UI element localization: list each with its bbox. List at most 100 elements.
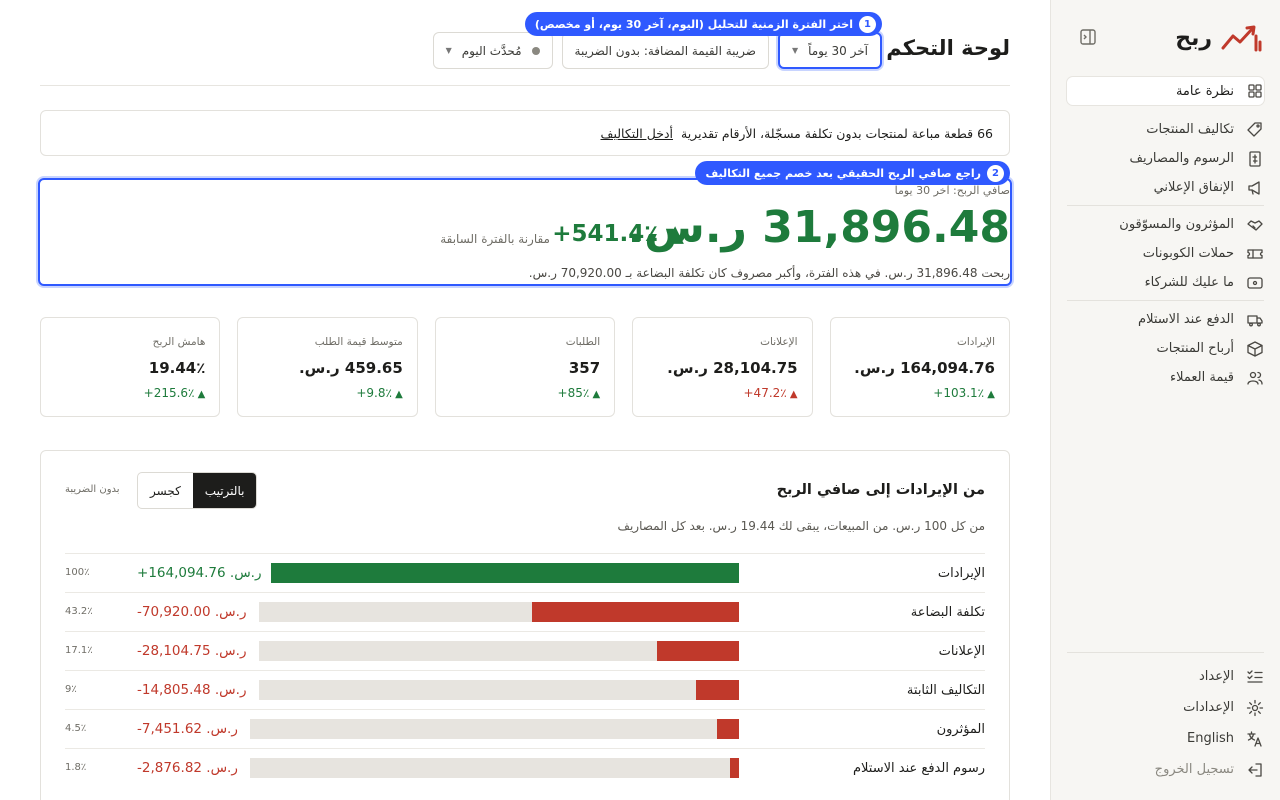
view-bridge-button[interactable]: كجسر <box>138 473 193 508</box>
flow-bar-fill <box>696 680 739 700</box>
flow-row: التكاليف الثابتة ر.س. 14,805.48- 9٪ <box>65 670 985 709</box>
flow-row-amount: ر.س. 70,920.00- <box>137 604 247 620</box>
logo-icon <box>1221 25 1262 52</box>
sidebar-item[interactable]: الرسوم والمصاريف <box>1067 144 1264 173</box>
flow-row: المؤثرون ر.س. 7,451.62- 4.5٪ <box>65 709 985 748</box>
kpi-change-value: +103.1٪ <box>933 386 985 400</box>
sidebar-item[interactable]: تسجيل الخروج <box>1067 754 1264 785</box>
megaphone-icon <box>1248 180 1260 195</box>
flow-bar-track <box>259 641 739 661</box>
ticket-icon <box>1247 248 1263 259</box>
sidebar-item[interactable]: English <box>1067 723 1264 754</box>
sidebar-item[interactable]: أرباح المنتجات <box>1067 334 1264 363</box>
kpi-label: متوسط قيمة الطلب <box>314 336 403 348</box>
kpi-card: الطلبات 357 ▲ +85٪ <box>434 317 616 417</box>
kpi-change-value: +47.2٪ <box>743 386 787 400</box>
flow-bar-track <box>259 602 739 622</box>
sidebar-item[interactable]: تكاليف المنتجات <box>1067 115 1264 144</box>
header-divider <box>40 85 1010 86</box>
language-icon <box>1247 730 1262 747</box>
flow-title: من الإيرادات إلى صافي الربح <box>776 482 985 498</box>
net-profit-value: 31,896.48 ر.س. <box>627 202 1010 253</box>
kpi-value: 459.65 ر.س. <box>298 359 403 377</box>
page-title: لوحة التحكم <box>886 36 1010 60</box>
flow-row-percent: 1.8٪ <box>65 762 87 773</box>
sidebar-item-label: حملات الكوبونات <box>1142 246 1234 261</box>
sidebar-item[interactable]: ما عليك للشركاء <box>1067 268 1264 297</box>
handshake-icon <box>1247 219 1263 231</box>
kpi-label: الإعلانات <box>760 336 798 348</box>
nav-divider <box>1067 300 1264 301</box>
kpi-card: هامش الربح 19.44٪ ▲ +215.6٪ <box>39 317 221 417</box>
kpi-value: 28,104.75 ر.س. <box>667 359 798 377</box>
net-profit-card: صافي الربح: آخر 30 يوماً 31,896.48 ر.س. … <box>38 178 1012 286</box>
sidebar-item[interactable]: قيمة العملاء <box>1067 363 1264 392</box>
period-select[interactable]: آخر 30 يوماً ▼ <box>777 32 882 69</box>
refresh-status-label: مُحدَّث اليوم <box>461 43 522 58</box>
flow-bar-track <box>250 719 739 739</box>
flow-row-label: رسوم الدفع عند الاستلام <box>852 761 985 776</box>
revenue-to-profit-card: من الإيرادات إلى صافي الربح من كل 100 ر.… <box>40 450 1010 800</box>
logout-icon <box>1248 762 1262 777</box>
enter-costs-link[interactable]: أدخل التكاليف <box>601 126 674 141</box>
missing-costs-notice: 66 قطعة مباعة لمنتجات بدون تكلفة مسجّلة،… <box>40 110 1010 156</box>
grid-icon <box>1248 84 1262 98</box>
brand[interactable]: ربح <box>1175 22 1262 54</box>
flow-row-amount: ر.س. 28,104.75- <box>137 643 247 659</box>
collapse-sidebar-icon[interactable] <box>1079 28 1097 46</box>
kpi-value: 19.44٪ <box>148 359 206 377</box>
status-dot-icon <box>531 46 540 55</box>
flow-rows: الإيرادات ر.س. 164,094.76+ 100٪ تكلفة البضا… <box>65 553 985 787</box>
sidebar-item[interactable]: حملات الكوبونات <box>1067 239 1264 268</box>
truck-icon <box>1247 314 1263 326</box>
flow-bar-track <box>271 563 739 583</box>
brand-name: ربح <box>1175 25 1212 51</box>
tooltip-step-number: 2 <box>987 164 1004 182</box>
kpi-cards: الإيرادات 164,094.76 ر.س. ▲ +103.1٪ الإعلان… <box>39 317 1010 417</box>
kpi-label: الإيرادات <box>956 336 995 348</box>
checklist-icon <box>1247 669 1263 683</box>
sidebar-item-label: تسجيل الخروج <box>1154 762 1234 777</box>
sidebar-item[interactable]: الإعداد <box>1067 661 1264 692</box>
net-profit-compare: مقارنة بالفترة السابقة <box>440 232 550 246</box>
sidebar-item[interactable]: الإعدادات <box>1067 692 1264 723</box>
kpi-change: ▲ +47.2٪ <box>647 386 798 400</box>
flow-row-amount: ر.س. 164,094.76+ <box>137 565 262 581</box>
chevron-down-icon: ▼ <box>445 46 452 55</box>
gear-icon <box>1246 699 1264 716</box>
net-profit-note: ربحت 31,896.48 ر.س. في هذه الفترة، وأكبر… <box>528 266 1010 280</box>
flow-row-label: التكاليف الثابتة <box>906 683 985 698</box>
kpi-label: الطلبات <box>565 336 601 348</box>
flow-row-label: الإيرادات <box>937 566 985 581</box>
flow-row-percent: 43.2٪ <box>65 606 93 617</box>
flow-bar-fill <box>730 758 739 778</box>
kpi-value: 357 <box>568 359 601 377</box>
sidebar-footer: الإعداد الإعدادات English تسجيل الخروج <box>1067 652 1264 785</box>
flow-bar-fill <box>717 719 739 739</box>
wallet-icon <box>1247 276 1263 289</box>
chevron-down-icon: ▼ <box>791 46 799 55</box>
sidebar-item[interactable]: الإنفاق الإعلاني <box>1067 173 1264 202</box>
sidebar-item-label: أرباح المنتجات <box>1156 341 1234 356</box>
period-select-label: آخر 30 يوماً <box>808 43 868 58</box>
kpi-change: ▲ +85٪ <box>450 386 601 400</box>
sidebar-nav: نظرة عامة تكاليف المنتجات الرسوم والمصاريف… <box>1067 77 1264 392</box>
tooltip-step-1: 1 اختر الفترة الزمنية للتحليل (اليوم، آخ… <box>524 12 882 36</box>
sidebar-item[interactable]: نظرة عامة <box>1067 77 1264 105</box>
sidebar: ربح نظرة عامة تكاليف المنتجات الرسوم والمص… <box>1050 0 1280 800</box>
kpi-change-value: +9.8٪ <box>356 386 392 400</box>
flow-row-label: المؤثرون <box>936 722 985 737</box>
sidebar-item-label: الرسوم والمصاريف <box>1129 151 1235 166</box>
flow-row-amount: ر.س. 14,805.48- <box>137 682 247 698</box>
box-icon <box>1247 340 1263 357</box>
trend-warning-icon: ▲ <box>786 389 798 400</box>
sidebar-item-label: قيمة العملاء <box>1170 370 1234 385</box>
sidebar-item[interactable]: المؤثرون والمسوّقون <box>1067 210 1264 239</box>
view-ordered-button[interactable]: بالترتيب <box>192 473 257 508</box>
vat-toggle-button[interactable]: ضريبة القيمة المضافة: بدون الضريبة <box>561 32 769 69</box>
sidebar-item[interactable]: الدفع عند الاستلام <box>1067 305 1264 334</box>
sidebar-item-label: الإنفاق الإعلاني <box>1153 180 1234 195</box>
tax-mode-label: بدون الضريبة <box>65 484 120 495</box>
kpi-change-value: +215.6٪ <box>143 386 195 400</box>
refresh-status-button[interactable]: مُحدَّث اليوم ▼ <box>432 32 553 69</box>
